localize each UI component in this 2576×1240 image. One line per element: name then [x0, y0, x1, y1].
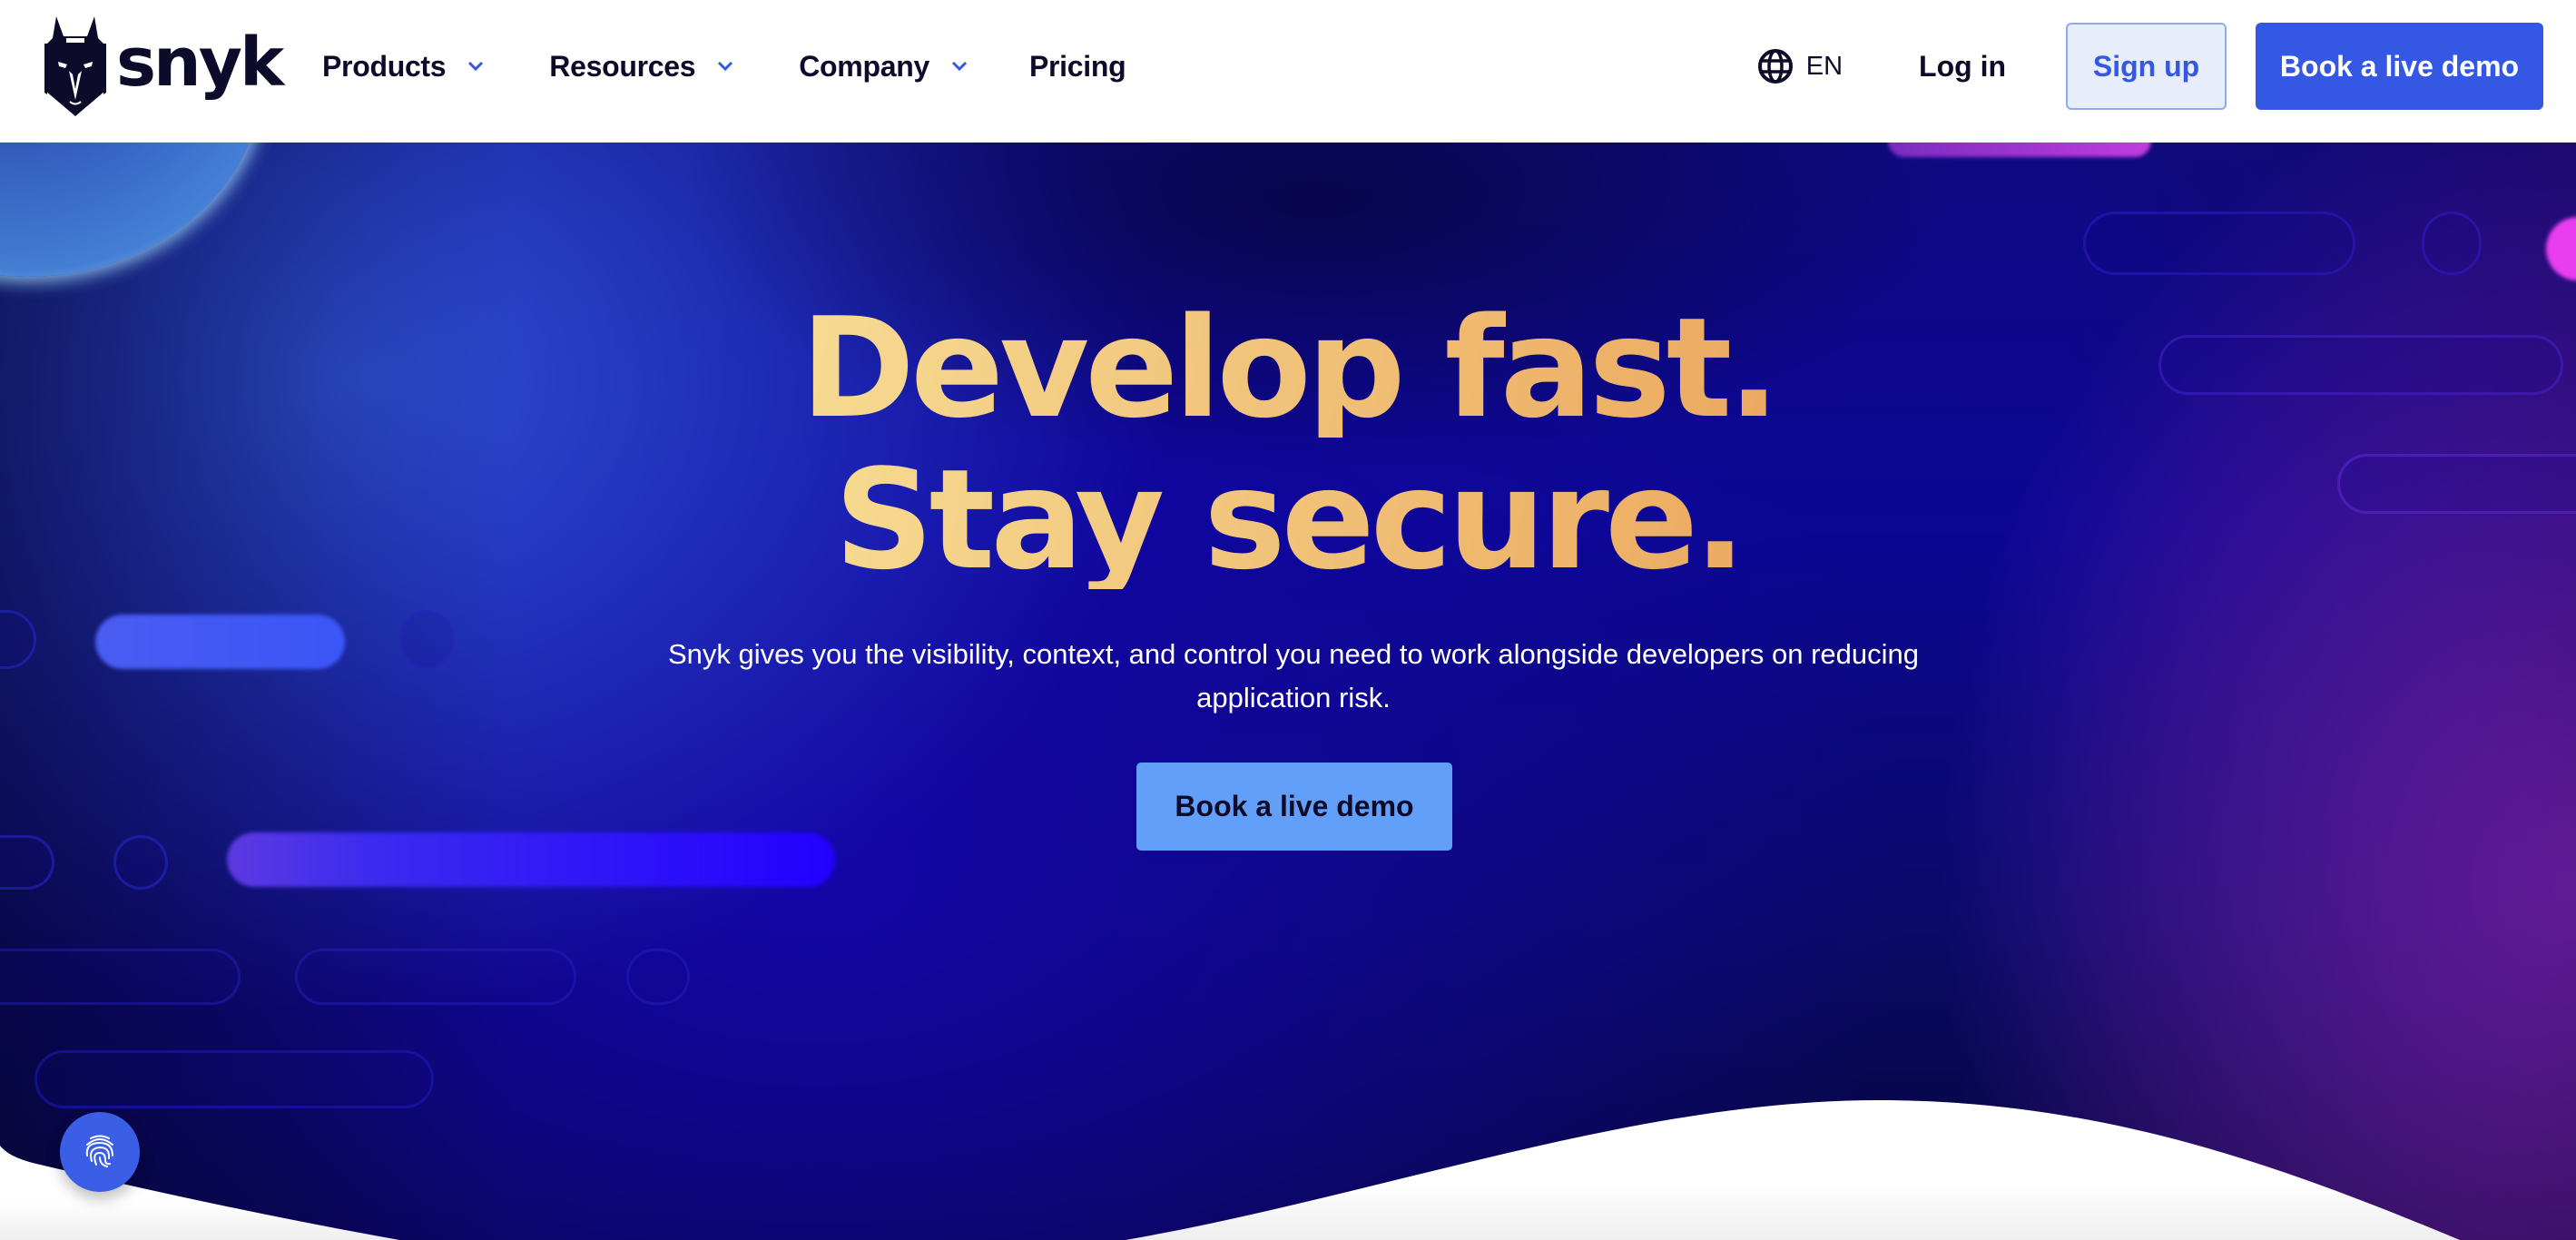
language-label: EN	[1805, 51, 1844, 81]
snyk-logo[interactable]: snyk	[44, 16, 284, 116]
book-demo-button[interactable]: Book a live demo	[2256, 23, 2543, 110]
nav-company[interactable]: Company	[799, 50, 968, 84]
chevron-down-icon	[718, 61, 733, 72]
signup-button[interactable]: Sign up	[2066, 23, 2227, 110]
logo-wordmark: snyk	[116, 24, 284, 102]
login-link[interactable]: Log in	[1919, 50, 2006, 84]
nav-products[interactable]: Products	[322, 50, 484, 84]
site-header: snyk Products Resources Company Pricing	[0, 0, 2576, 143]
chevron-down-icon	[468, 61, 484, 72]
nav-label: Pricing	[1028, 49, 1126, 83]
language-selector[interactable]: EN	[1757, 48, 1843, 84]
main-nav: Products Resources Company Pricing	[322, 0, 1126, 133]
nav-label: Company	[799, 49, 929, 83]
bottom-wave-divider	[0, 1100, 2460, 1240]
privacy-settings-button[interactable]	[60, 1112, 140, 1192]
nav-label: Resources	[549, 49, 696, 83]
hero-section: Develop fast. Stay secure. Snyk gives yo…	[0, 143, 2576, 1240]
fingerprint-icon	[85, 1135, 113, 1167]
nav-resources[interactable]: Resources	[549, 50, 733, 84]
nav-label: Products	[322, 49, 447, 83]
snyk-dog-icon	[44, 16, 106, 116]
header-actions: EN Log in Sign up Book a live demo	[1757, 23, 2543, 110]
nav-pricing[interactable]: Pricing	[1029, 50, 1126, 84]
globe-icon	[1757, 49, 1793, 84]
chevron-down-icon	[951, 61, 968, 72]
